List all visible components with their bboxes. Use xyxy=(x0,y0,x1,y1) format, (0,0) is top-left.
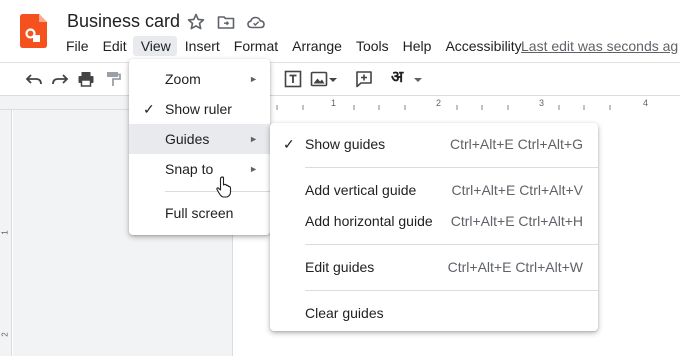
menu-format[interactable]: Format xyxy=(226,36,284,56)
vertical-ruler[interactable]: 1 2 xyxy=(0,110,12,356)
menu-divider xyxy=(305,290,598,291)
slides-logo-icon[interactable] xyxy=(20,14,47,48)
submenu-arrow-icon: ► xyxy=(249,74,258,84)
image-dropdown-icon[interactable] xyxy=(327,69,339,89)
menu-item-snap-to[interactable]: Snap to ► xyxy=(129,154,270,184)
document-title[interactable]: Business card xyxy=(67,11,180,32)
menu-insert[interactable]: Insert xyxy=(177,36,226,56)
menu-item-label: Full screen xyxy=(165,205,234,221)
hand-cursor-icon xyxy=(216,176,232,198)
menu-item-clear-guides[interactable]: Clear guides xyxy=(270,298,598,329)
menu-item-label: Edit guides xyxy=(305,259,375,275)
guides-submenu: ✓ Show guides Ctrl+Alt+E Ctrl+Alt+G Add … xyxy=(270,123,598,331)
last-edit-link[interactable]: Last edit was seconds ag xyxy=(521,38,678,54)
view-menu: Zoom ► ✓ Show ruler Guides ► Snap to ► F… xyxy=(129,59,270,235)
shortcut-text: Ctrl+Alt+E Ctrl+Alt+G xyxy=(449,136,583,152)
menu-item-guides[interactable]: Guides ► xyxy=(129,124,270,154)
shortcut-text: Ctrl+Alt+E Ctrl+Alt+W xyxy=(447,259,583,275)
menu-divider xyxy=(305,244,598,245)
star-icon[interactable] xyxy=(186,12,206,32)
insert-image-icon[interactable] xyxy=(309,69,329,89)
add-comment-icon[interactable] xyxy=(354,69,374,89)
menu-item-label: Guides xyxy=(165,131,210,147)
paint-format-icon[interactable] xyxy=(103,69,123,89)
menu-item-zoom[interactable]: Zoom ► xyxy=(129,64,270,94)
input-tools-icon[interactable]: अ xyxy=(391,68,411,88)
ruler-number: 1 xyxy=(331,98,337,108)
shortcut-text: Ctrl+Alt+E Ctrl+Alt+H xyxy=(450,213,583,229)
horizontal-ruler[interactable]: 1 2 3 4 xyxy=(0,96,680,110)
menu-item-label: Show ruler xyxy=(165,101,232,117)
menu-item-label: Snap to xyxy=(165,161,214,177)
move-to-folder-icon[interactable] xyxy=(216,12,236,32)
toolbar: अ xyxy=(0,62,680,96)
menu-item-show-ruler[interactable]: ✓ Show ruler xyxy=(129,94,270,124)
ruler-number: 2 xyxy=(436,98,442,108)
ruler-number: 3 xyxy=(539,98,545,108)
submenu-arrow-icon: ► xyxy=(249,134,258,144)
menu-accessibility[interactable]: Accessibility xyxy=(437,36,527,56)
menu-item-edit-guides[interactable]: Edit guides Ctrl+Alt+E Ctrl+Alt+W xyxy=(270,252,598,283)
text-box-icon[interactable] xyxy=(283,69,303,89)
menu-item-add-horizontal-guide[interactable]: Add horizontal guide Ctrl+Alt+E Ctrl+Alt… xyxy=(270,206,598,237)
menu-file[interactable]: File xyxy=(58,36,95,56)
menu-item-label: Clear guides xyxy=(305,305,384,321)
menu-item-label: Zoom xyxy=(165,71,201,87)
menubar: File Edit View Insert Format Arrange Too… xyxy=(58,36,528,56)
shortcut-text: Ctrl+Alt+E Ctrl+Alt+V xyxy=(451,182,584,198)
menu-item-label: Add horizontal guide xyxy=(305,213,433,229)
checkmark-icon: ✓ xyxy=(283,136,295,152)
menu-arrange[interactable]: Arrange xyxy=(284,36,348,56)
menu-tools[interactable]: Tools xyxy=(348,36,395,56)
menu-edit[interactable]: Edit xyxy=(95,36,133,56)
redo-icon[interactable] xyxy=(50,69,70,89)
ruler-number: 2 xyxy=(0,332,10,337)
menu-view[interactable]: View xyxy=(132,36,177,56)
checkmark-icon: ✓ xyxy=(143,101,155,117)
menu-item-label: Show guides xyxy=(305,136,386,152)
ruler-number: 4 xyxy=(643,98,649,108)
menu-item-label: Add vertical guide xyxy=(305,182,417,198)
menu-item-show-guides[interactable]: ✓ Show guides Ctrl+Alt+E Ctrl+Alt+G xyxy=(270,129,598,160)
menu-item-full-screen[interactable]: Full screen xyxy=(129,198,270,228)
menu-divider xyxy=(305,167,598,168)
input-tools-dropdown-icon[interactable] xyxy=(412,69,424,89)
print-icon[interactable] xyxy=(76,69,96,89)
menu-item-add-vertical-guide[interactable]: Add vertical guide Ctrl+Alt+E Ctrl+Alt+V xyxy=(270,175,598,206)
ruler-number: 1 xyxy=(0,230,10,235)
menu-help[interactable]: Help xyxy=(395,36,438,56)
submenu-arrow-icon: ► xyxy=(249,164,258,174)
ruler-ticks xyxy=(251,105,611,110)
cloud-status-icon[interactable] xyxy=(246,12,266,32)
undo-icon[interactable] xyxy=(24,69,44,89)
